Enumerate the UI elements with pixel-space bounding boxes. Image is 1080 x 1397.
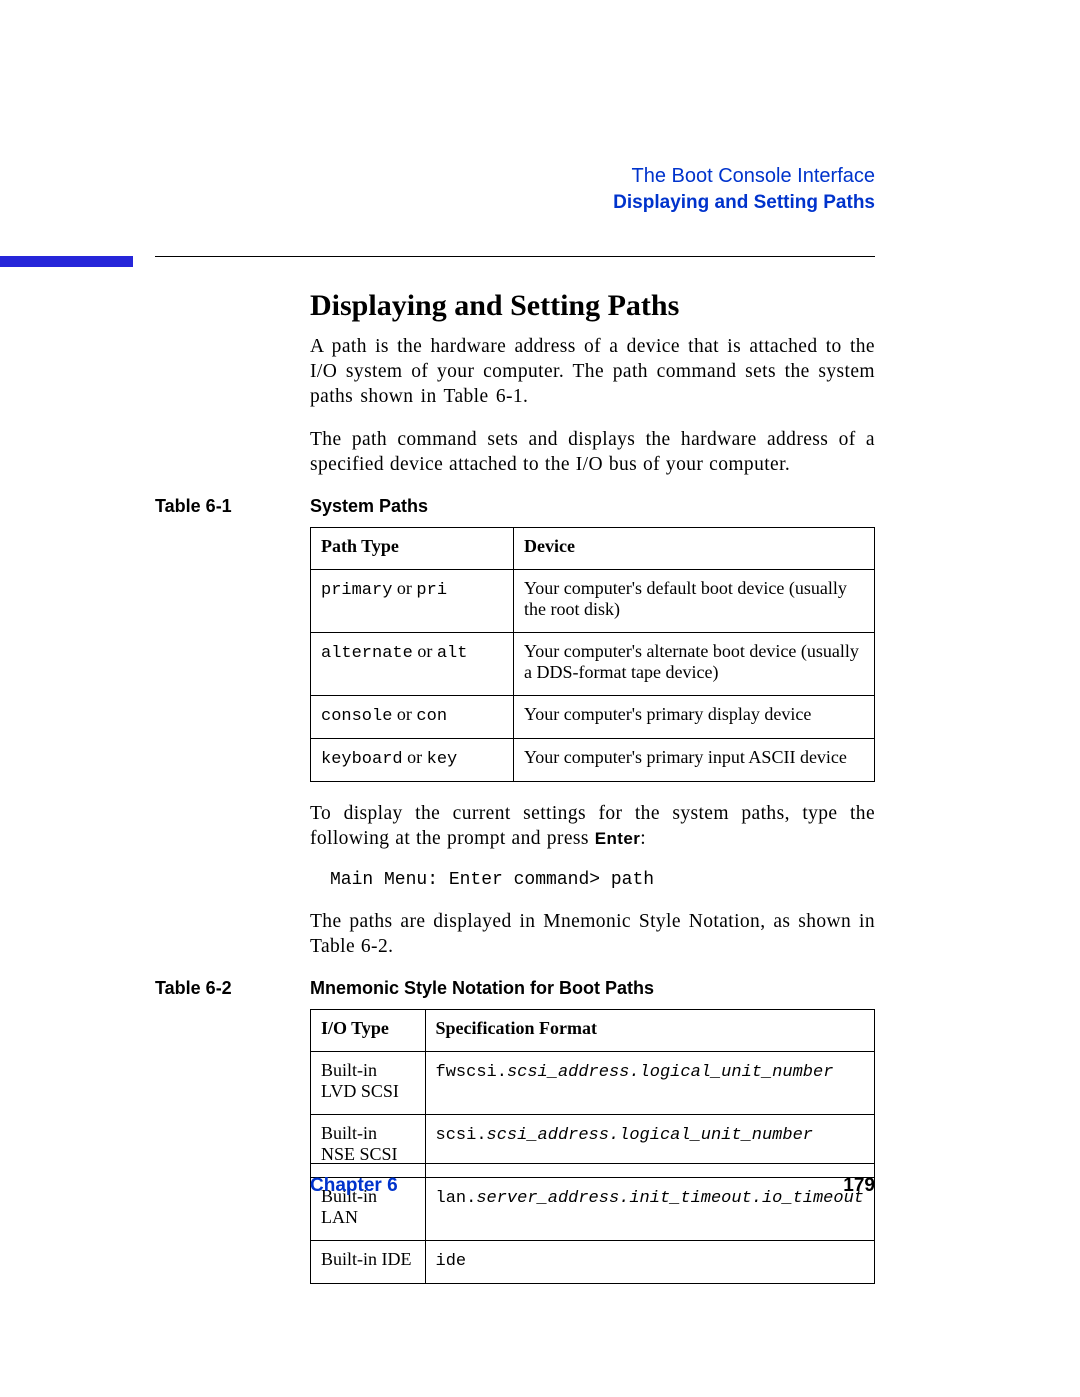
col-io-type: I/O Type [311,1009,426,1051]
cell-device: Your computer's primary display device [514,695,875,738]
table2-caption: Mnemonic Style Notation for Boot Paths [310,978,875,999]
table-row: Built-in LVD SCSI fwscsi.scsi_address.lo… [311,1051,875,1114]
cell-device: Your computer's primary input ASCII devi… [514,738,875,781]
footer-rule [310,1163,875,1164]
horizontal-rule [155,256,875,257]
cell-path-type: keyboard or key [311,738,514,781]
paragraph-instruction: To display the current settings for the … [310,802,875,852]
section-rule [0,256,875,267]
page-heading: Displaying and Setting Paths [310,289,875,323]
cell-spec-format: ide [425,1240,874,1283]
cell-io-type: Built-in LVD SCSI [311,1051,426,1114]
cell-spec-format: fwscsi.scsi_address.logical_unit_number [425,1051,874,1114]
table1-number: Table 6-1 [155,496,310,517]
table-row: Built-in NSE SCSI scsi.scsi_address.logi… [311,1114,875,1177]
table-row: alternate or alt Your computer's alterna… [311,632,875,695]
table2-label: Table 6-2 Mnemonic Style Notation for Bo… [155,978,875,999]
table-system-paths: Path Type Device primary or pri Your com… [310,527,875,782]
table-row: console or con Your computer's primary d… [311,695,875,738]
table2-number: Table 6-2 [155,978,310,999]
col-spec-format: Specification Format [425,1009,874,1051]
paragraph-intro: A path is the hardware address of a devi… [310,335,875,410]
page-footer: Chapter 6 179 [310,1175,875,1197]
running-header: The Boot Console Interface Displaying an… [155,165,875,214]
footer-chapter: Chapter 6 [310,1175,398,1197]
col-path-type: Path Type [311,527,514,569]
cell-spec-format: scsi.scsi_address.logical_unit_number [425,1114,874,1177]
table1-caption: System Paths [310,496,875,517]
command-prompt: Main Menu: Enter command> path [330,870,875,890]
cell-device: Your computer's alternate boot device (u… [514,632,875,695]
cell-io-type: Built-in IDE [311,1240,426,1283]
cell-path-type: console or con [311,695,514,738]
table-header-row: Path Type Device [311,527,875,569]
table-row: keyboard or key Your computer's primary … [311,738,875,781]
cell-io-type: Built-in NSE SCSI [311,1114,426,1177]
table-row: primary or pri Your computer's default b… [311,569,875,632]
table-header-row: I/O Type Specification Format [311,1009,875,1051]
section-title: Displaying and Setting Paths [155,192,875,214]
enter-key: Enter [595,829,640,848]
paragraph-notation: The paths are displayed in Mnemonic Styl… [310,910,875,960]
footer-page-number: 179 [843,1175,875,1197]
table-row: Built-in IDE ide [311,1240,875,1283]
cell-path-type: alternate or alt [311,632,514,695]
table1-label: Table 6-1 System Paths [155,496,875,517]
cell-path-type: primary or pri [311,569,514,632]
paragraph-description: The path command sets and displays the h… [310,428,875,478]
chapter-title: The Boot Console Interface [155,165,875,188]
col-device: Device [514,527,875,569]
blue-accent-bar [0,256,133,267]
cell-device: Your computer's default boot device (usu… [514,569,875,632]
table-mnemonic-notation: I/O Type Specification Format Built-in L… [310,1009,875,1284]
